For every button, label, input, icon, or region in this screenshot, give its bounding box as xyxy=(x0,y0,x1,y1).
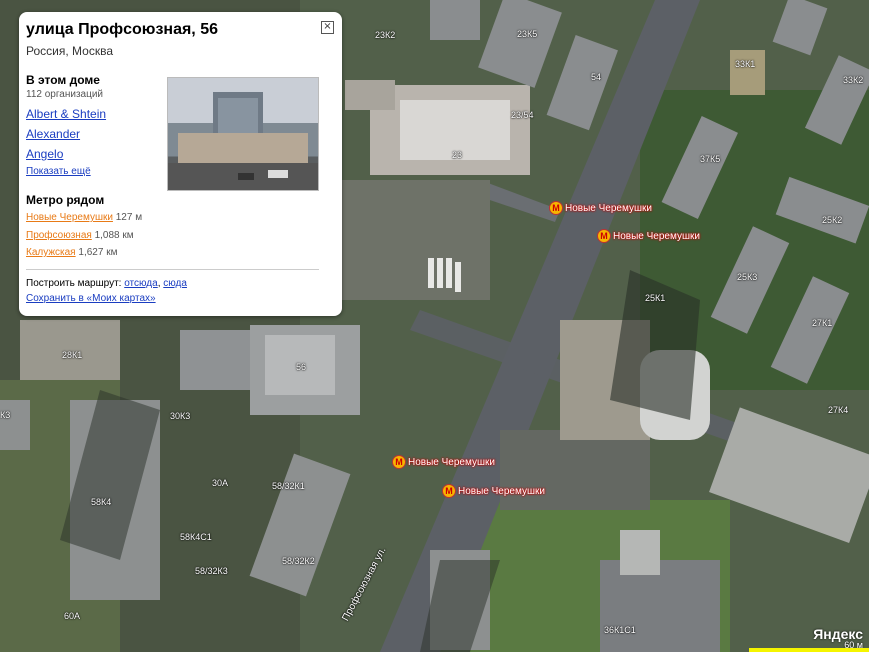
building-label: 25К2 xyxy=(822,215,843,225)
metro-icon: М xyxy=(392,455,406,469)
building-label: 25К3 xyxy=(737,272,758,282)
close-icon[interactable]: × xyxy=(321,21,334,34)
building-label: 30К3 xyxy=(170,411,191,421)
metro-heading: Метро рядом xyxy=(26,193,105,207)
save-to-my-maps-link[interactable]: Сохранить в «Моих картах» xyxy=(26,293,156,304)
building-label: 56 xyxy=(296,362,307,372)
metro-distance: 1,088 км xyxy=(94,230,134,241)
building-label: 23К2 xyxy=(375,30,396,40)
metro-icon: М xyxy=(442,484,456,498)
metro-station-link[interactable]: Новые Черемушки xyxy=(26,212,113,223)
metro-label: Новые Черемушки xyxy=(458,485,545,497)
building-label: 36К1С1 xyxy=(604,625,636,635)
route-from-link[interactable]: отсюда xyxy=(124,278,158,289)
metro-station-link[interactable]: Профсоюзная xyxy=(26,230,92,241)
metro-marker[interactable]: М Новые Черемушки xyxy=(597,229,700,243)
metro-distance: 127 м xyxy=(115,212,143,223)
building-label: 28К1 xyxy=(62,350,83,360)
building-label: 58К4С1 xyxy=(180,532,212,542)
building-label: К3 xyxy=(0,410,11,420)
metro-label: Новые Черемушки xyxy=(565,202,652,214)
balloon-title: улица Профсоюзная, 56 xyxy=(26,21,218,38)
balloon-subtitle: Россия, Москва xyxy=(26,44,113,58)
info-balloon: × улица Профсоюзная, 56 Россия, Москва В… xyxy=(19,12,342,316)
org-link[interactable]: Albert & Shtein xyxy=(26,107,106,121)
satellite-map[interactable]: 23К2 23К5 33К1 33К2 54 23/54 23 37К5 25К… xyxy=(0,0,869,652)
building-photo[interactable] xyxy=(167,77,319,191)
org-link[interactable]: Alexander xyxy=(26,127,80,141)
route-label: Построить маршрут: xyxy=(26,278,122,289)
building-label: 27К1 xyxy=(812,318,833,328)
divider xyxy=(26,269,319,270)
building-label: 23/54 xyxy=(511,110,534,120)
building-label: 30А xyxy=(212,478,229,488)
metro-label: Новые Черемушки xyxy=(408,456,495,468)
building-photo-image xyxy=(168,78,318,190)
building-label: 23 xyxy=(452,150,463,160)
show-more-link[interactable]: Показать ещё xyxy=(26,166,91,177)
building-label: 25К1 xyxy=(645,293,666,303)
building-label: 54 xyxy=(591,72,602,82)
metro-distance: 1,627 км xyxy=(78,247,118,258)
org-link[interactable]: Angelo xyxy=(26,147,63,161)
building-label: 58/32К3 xyxy=(195,566,228,576)
scale-bar xyxy=(749,648,869,652)
metro-label: Новые Черемушки xyxy=(613,230,700,242)
building-label: 33К1 xyxy=(735,59,756,69)
building-label: 58/32К1 xyxy=(272,481,305,491)
metro-row: Новые Черемушки 127 м xyxy=(26,212,142,223)
org-count: 112 организаций xyxy=(26,89,103,100)
metro-icon: М xyxy=(597,229,611,243)
building-label: 60А xyxy=(64,611,81,621)
building-label: 37К5 xyxy=(700,154,721,164)
building-label: 58/32К2 xyxy=(282,556,315,566)
metro-marker[interactable]: М Новые Черемушки xyxy=(442,484,545,498)
metro-marker[interactable]: М Новые Черемушки xyxy=(549,201,652,215)
building-label: 27К4 xyxy=(828,405,849,415)
building-label: 33К2 xyxy=(843,75,864,85)
metro-icon: М xyxy=(549,201,563,215)
house-heading: В этом доме xyxy=(26,73,100,87)
metro-station-link[interactable]: Калужская xyxy=(26,247,76,258)
metro-row: Профсоюзная 1,088 км xyxy=(26,230,134,241)
metro-marker[interactable]: М Новые Черемушки xyxy=(392,455,495,469)
metro-row: Калужская 1,627 км xyxy=(26,247,117,258)
route-row: Построить маршрут: отсюда, сюда xyxy=(26,278,187,289)
route-to-link[interactable]: сюда xyxy=(163,278,187,289)
building-label: 58К4 xyxy=(91,497,112,507)
building-label: 23К5 xyxy=(517,29,538,39)
